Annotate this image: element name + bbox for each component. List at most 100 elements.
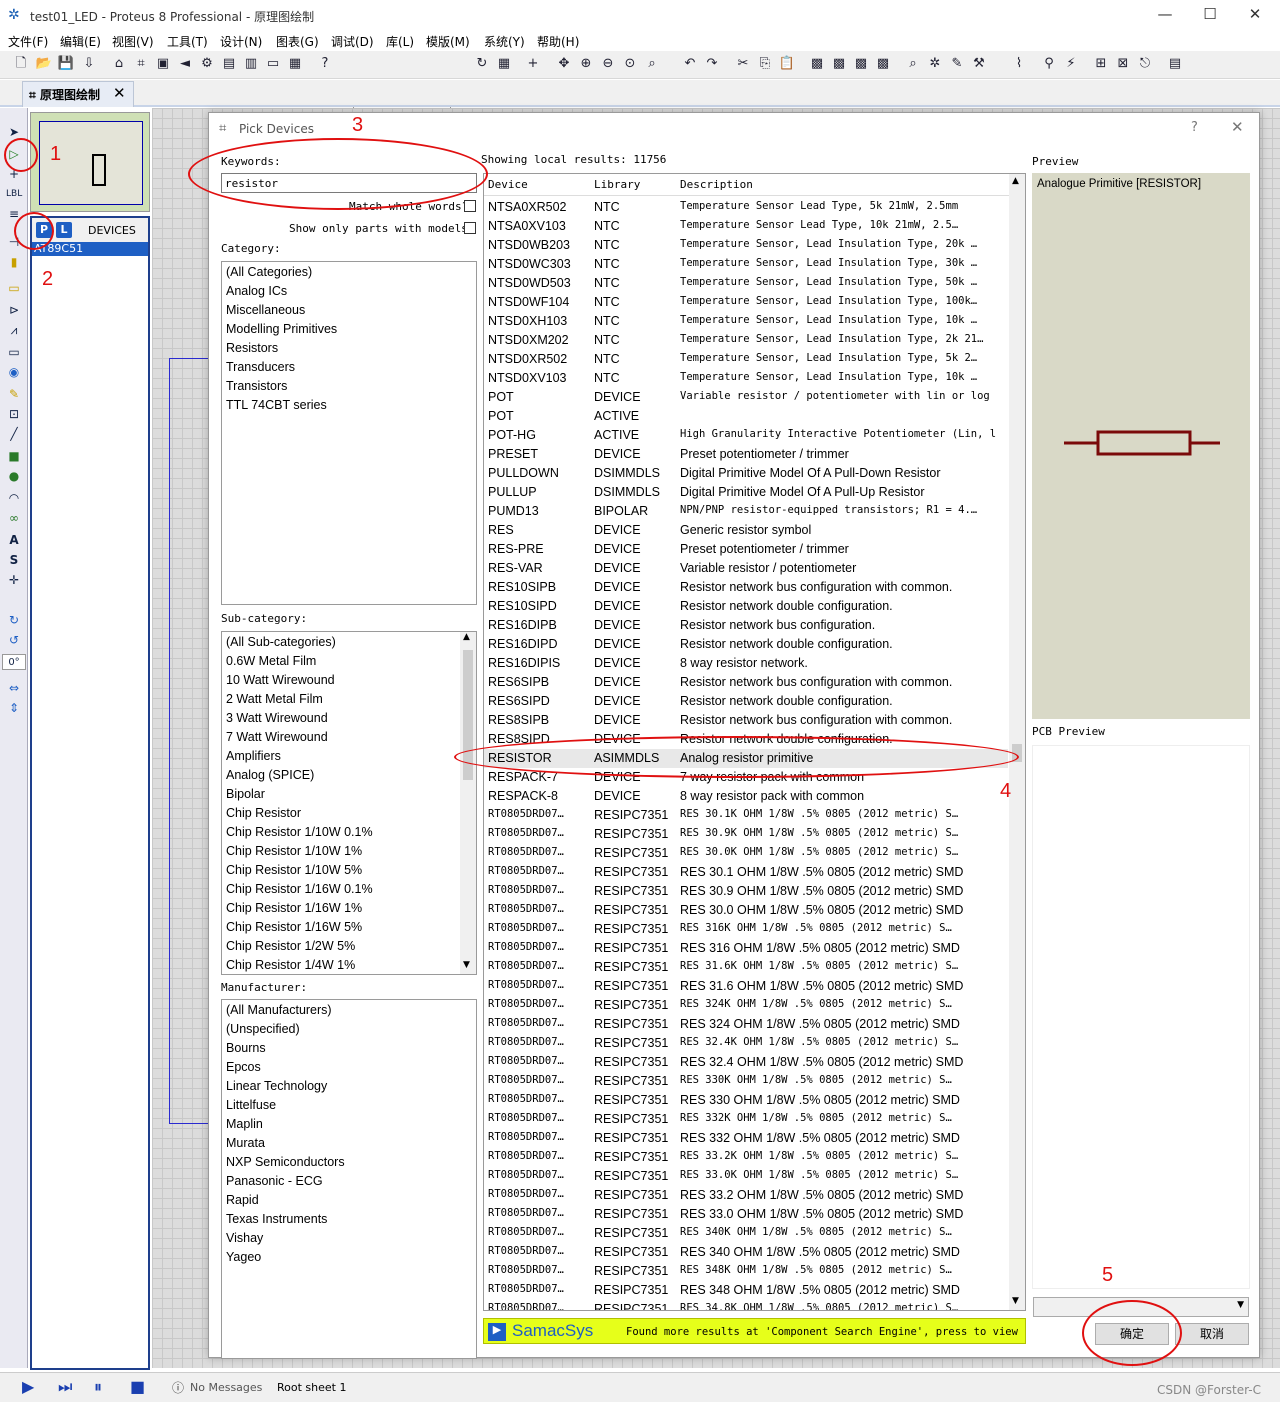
scroll-down-icon[interactable]: ▼ [463,960,470,970]
result-row[interactable]: RT0805DRD07… RESIPC7351 RES 30.0 OHM 1/8W … [484,901,1008,920]
menu-tools[interactable]: 工具(T) [167,33,208,50]
subcategory-item[interactable]: 2 Watt Metal Film [226,692,323,706]
result-row[interactable]: RT0805DRD07… RESIPC7351 RES 316 OHM 1/8W .… [484,939,1008,958]
menu-template[interactable]: 模版(M) [426,33,470,50]
column-description[interactable]: Description [680,178,753,191]
result-row[interactable]: RT0805DRD07… RESIPC7351 RES 33.0 OHM 1/8W … [484,1205,1008,1224]
result-row[interactable]: RT0805DRD07… RESIPC7351 RES 348 OHM 1/8W .… [484,1281,1008,1300]
virtual-instrument-icon[interactable]: ⊡ [6,406,22,422]
step-icon[interactable]: ⏭ [58,1377,72,1397]
pause-icon[interactable]: ⏸ [94,1377,102,1397]
tab-schematic-capture[interactable]: ⌗ 原理图绘制 ✕ [22,81,134,107]
manufacturer-item[interactable]: Bourns [226,1041,266,1055]
result-row[interactable]: RT0805DRD07… RESIPC7351 RES 33.0K OHM 1/8W… [484,1167,1008,1186]
match-whole-words-checkbox[interactable] [464,200,476,212]
wire-autorouter-icon[interactable]: ⌇ [1010,55,1028,73]
minimize-icon[interactable]: — [1150,5,1180,23]
overview-window[interactable] [30,112,150,212]
pick-parts-icon[interactable]: ⌕ [904,55,922,73]
manufacturer-item[interactable]: Panasonic - ECG [226,1174,323,1188]
manufacturer-item[interactable]: Epcos [226,1060,261,1074]
result-row[interactable]: RES16DIPB DEVICE Resistor network bus conf… [484,616,1008,635]
subcategory-item[interactable]: Chip Resistor 1/16W 1% [226,901,362,915]
decompose-icon[interactable]: ⚒ [970,55,988,73]
subcategory-item[interactable]: 10 Watt Wirewound [226,673,335,687]
redo-icon[interactable]: ↷ [703,55,721,73]
manufacturer-item[interactable]: (Unspecified) [226,1022,300,1036]
result-row[interactable]: RES6SIPB DEVICE Resistor network bus confi… [484,673,1008,692]
origin-icon[interactable]: + [524,55,542,73]
rotation-angle-field[interactable]: 0° [2,654,26,670]
subcategory-item[interactable]: Chip Resistor 1/16W 5% [226,920,362,934]
subcategory-item[interactable]: 0.6W Metal Film [226,654,316,668]
results-scrollbar[interactable]: ▲ ▼ [1009,174,1025,1310]
marker-icon[interactable]: ✛ [6,572,22,588]
wire-label-icon[interactable]: LBL [6,186,22,202]
result-row[interactable]: RES10SIPB DEVICE Resistor network bus conf… [484,578,1008,597]
result-row[interactable]: RES-PRE DEVICE Preset potentiometer / trim… [484,540,1008,559]
subcategory-item[interactable]: Chip Resistor 1/2W 5% [226,939,355,953]
result-row[interactable]: RES16DIPIS DEVICE 8 way resistor network. [484,654,1008,673]
exit-parent-icon[interactable]: ⎋ [1136,55,1154,73]
result-row[interactable]: PULLUP DSIMMDLS Digital Primitive Model Of… [484,483,1008,502]
result-row[interactable]: RT0805DRD07… RESIPC7351 RES 30.0K OHM 1/8W… [484,844,1008,863]
scroll-up-icon[interactable]: ▲ [463,632,470,642]
result-row[interactable]: RT0805DRD07… RESIPC7351 RES 31.6K OHM 1/8W… [484,958,1008,977]
manufacturer-item[interactable]: Texas Instruments [226,1212,327,1226]
new-file-icon[interactable]: 🗋 [12,55,30,73]
manufacturer-item[interactable]: Murata [226,1136,265,1150]
manufacturer-item[interactable]: Rapid [226,1193,259,1207]
result-row[interactable]: RT0805DRD07… RESIPC7351 RES 324K OHM 1/8W … [484,996,1008,1015]
manufacturer-item[interactable]: (All Manufacturers) [226,1003,332,1017]
manufacturer-item[interactable]: NXP Semiconductors [226,1155,345,1169]
subcategory-item[interactable]: Chip Resistor 1/10W 5% [226,863,362,877]
samacsys-banner[interactable]: SamacSys ▶ Found more results at 'Compon… [483,1318,1026,1344]
property-tool-icon[interactable]: ⚡ [1062,55,1080,73]
close-window-icon[interactable]: ✕ [1240,5,1270,23]
save-icon[interactable]: 💾 [57,55,75,73]
result-row[interactable]: NTSD0XM202 NTC Temperature Sensor, Lead In… [484,331,1008,350]
cut-icon[interactable]: ✂ [734,55,752,73]
rotate-cw-icon[interactable]: ↻ [6,612,22,628]
messages-status[interactable]: No Messages [190,1381,262,1394]
zoom-all-icon[interactable]: ⊙ [621,55,639,73]
subcategory-item[interactable]: 7 Watt Wirewound [226,730,328,744]
result-row[interactable]: RT0805DRD07… RESIPC7351 RES 30.9 OHM 1/8W … [484,882,1008,901]
category-item[interactable]: Resistors [226,341,278,355]
paste-icon[interactable]: 📋 [778,55,796,73]
subcategory-item[interactable]: Chip Resistor 1/10W 1% [226,844,362,858]
result-row[interactable]: RESPACK-8 DEVICE 8 way resistor pack with … [484,787,1008,806]
result-row[interactable]: RT0805DRD07… RESIPC7351 RES 330 OHM 1/8W .… [484,1091,1008,1110]
result-row[interactable]: RT0805DRD07… RESIPC7351 RES 33.2K OHM 1/8W… [484,1148,1008,1167]
result-row[interactable]: PUMD13 BIPOLAR NPN/PNP resistor-equipped t… [484,502,1008,521]
result-row[interactable]: POT ACTIVE [484,407,1008,426]
line-icon[interactable]: ╱ [6,426,22,442]
text-icon[interactable]: A [6,532,22,548]
refresh-icon[interactable]: ↻ [473,55,491,73]
menu-library[interactable]: 库(L) [386,33,414,50]
result-row[interactable]: RES6SIPD DEVICE Resistor network double co… [484,692,1008,711]
vsm-icon[interactable]: ▭ [264,55,282,73]
block-move-icon[interactable]: ▩ [830,55,848,73]
result-row[interactable]: RT0805DRD07… RESIPC7351 RES 30.1K OHM 1/8W… [484,806,1008,825]
maximize-icon[interactable]: ☐ [1195,5,1225,23]
result-row[interactable]: NTSD0XH103 NTC Temperature Sensor, Lead In… [484,312,1008,331]
play-icon[interactable]: ▶ [22,1377,34,1396]
result-row[interactable]: NTSD0WF104 NTC Temperature Sensor, Lead In… [484,293,1008,312]
result-row[interactable]: NTSA0XR502 NTC Temperature Sensor Lead Typ… [484,198,1008,217]
gerber-icon[interactable]: ◄ [176,55,194,73]
result-row[interactable]: RT0805DRD07… RESIPC7351 RES 30.1 OHM 1/8W … [484,863,1008,882]
zoom-area-icon[interactable]: ⌕ [643,55,661,73]
packaging-tool-icon[interactable]: ✎ [948,55,966,73]
bom-icon[interactable]: ▤ [220,55,238,73]
result-row[interactable]: RES8SIPB DEVICE Resistor network bus confi… [484,711,1008,730]
manufacturer-item[interactable]: Yageo [226,1250,261,1264]
result-row[interactable]: NTSD0XV103 NTC Temperature Sensor, Lead In… [484,369,1008,388]
subcategory-item[interactable]: Amplifiers [226,749,281,763]
mirror-vertical-icon[interactable]: ⇕ [6,700,22,716]
grid-icon[interactable]: ▦ [495,55,513,73]
result-row[interactable]: POT-HG ACTIVE High Granularity Interactive… [484,426,1008,445]
menu-design[interactable]: 设计(N) [220,33,262,50]
dialog-close-icon[interactable]: ✕ [1231,118,1244,136]
column-library[interactable]: Library [594,178,640,191]
